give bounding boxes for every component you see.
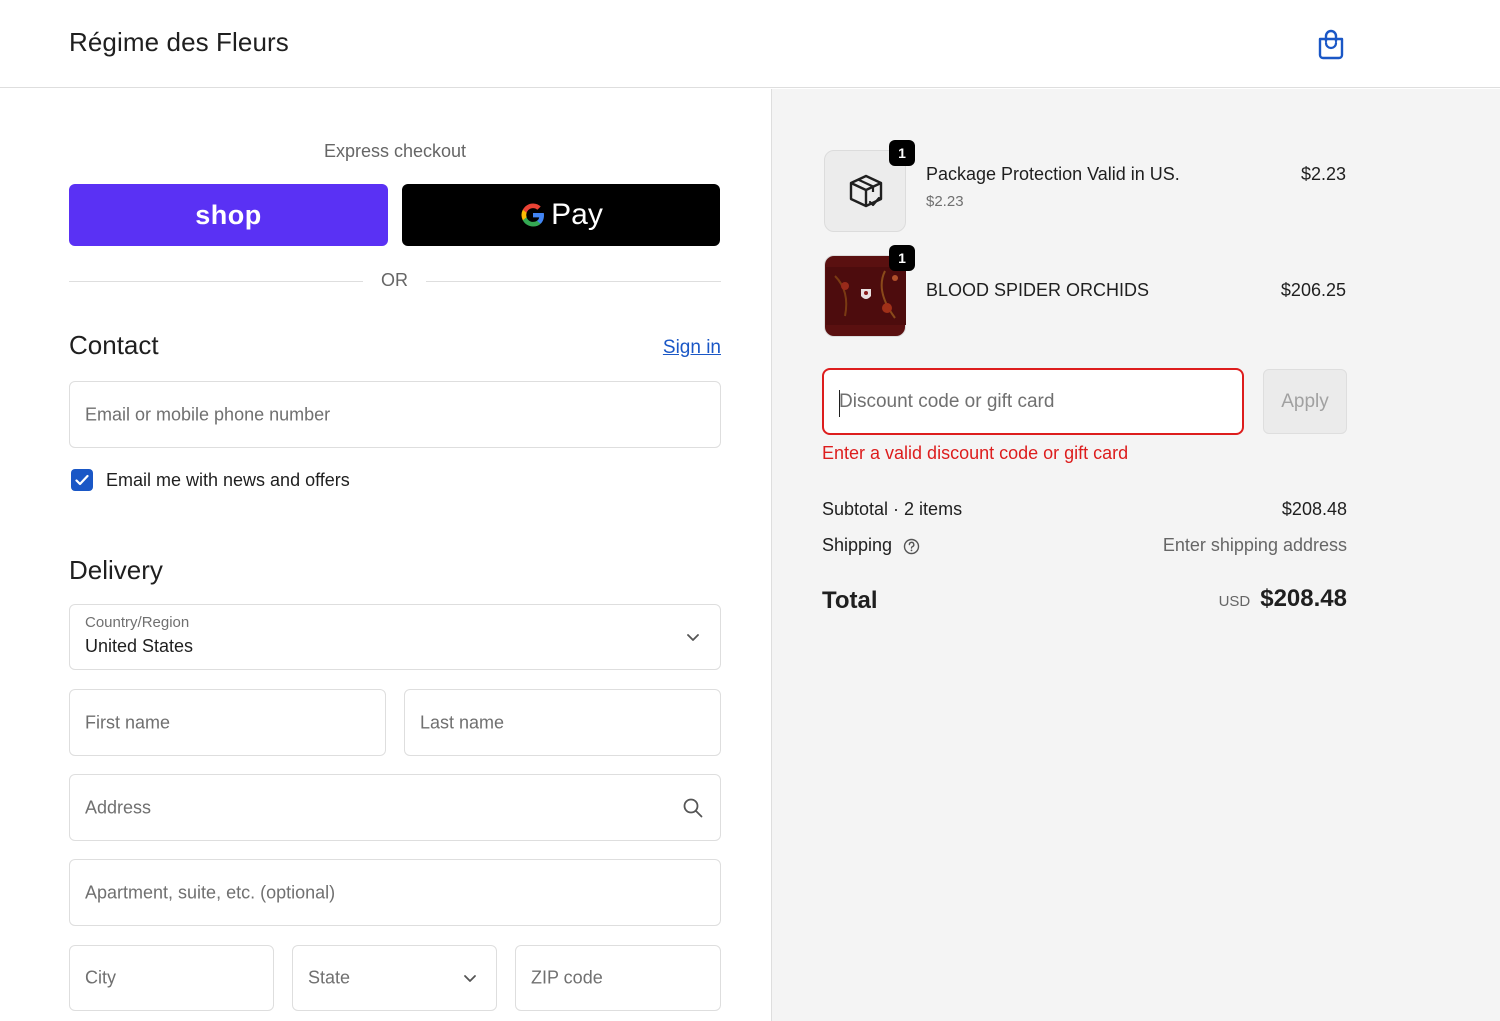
- contact-heading: Contact: [69, 330, 159, 360]
- first-name-placeholder: First name: [85, 712, 171, 732]
- city-field[interactable]: City: [69, 945, 274, 1011]
- express-checkout-label: Express checkout: [323, 141, 467, 161]
- apartment-placeholder: Apartment, suite, etc. (optional): [85, 882, 336, 902]
- search-icon: [683, 798, 703, 817]
- or-label: OR: [381, 270, 408, 290]
- country-label: Country/Region: [85, 614, 190, 631]
- country-select[interactable]: Country/Region United States: [69, 604, 721, 670]
- shipping-row: Shipping: [822, 535, 920, 556]
- item-subtitle: $2.23: [926, 193, 964, 210]
- apartment-field[interactable]: Apartment, suite, etc. (optional): [69, 859, 721, 926]
- newsletter-label: Email me with news and offers: [106, 469, 350, 490]
- discount-placeholder: Discount code or gift card: [839, 390, 1055, 412]
- chevron-down-icon: [687, 634, 699, 641]
- city-placeholder: City: [85, 967, 116, 988]
- shopping-bag-icon[interactable]: [1317, 28, 1345, 60]
- subtotal-label: Subtotal · 2 items: [822, 499, 963, 519]
- store-brand[interactable]: Régime des Fleurs: [69, 27, 289, 58]
- google-pay-label: Pay: [551, 198, 603, 231]
- email-field[interactable]: Email or mobile phone number: [69, 381, 721, 448]
- total-value: USD $208.48: [1219, 585, 1347, 613]
- state-placeholder: State: [308, 967, 351, 988]
- shop-pay-label: shop: [195, 199, 262, 230]
- item-thumbnail: 1: [824, 140, 915, 232]
- or-divider: OR: [69, 270, 721, 292]
- sign-in-link[interactable]: Sign in: [600, 337, 721, 359]
- google-pay-button[interactable]: Pay: [402, 184, 720, 246]
- item-name: BLOOD SPIDER ORCHIDS: [926, 280, 1150, 300]
- item-price: $206.25: [1280, 280, 1346, 300]
- total-currency: USD: [1218, 593, 1251, 610]
- last-name-placeholder: Last name: [420, 712, 505, 732]
- shipping-label: Shipping: [822, 535, 893, 555]
- shop-pay-button[interactable]: shop: [69, 184, 388, 246]
- item-price: $2.23: [1300, 164, 1346, 184]
- address-placeholder: Address: [85, 797, 152, 817]
- item-thumbnail: 1: [824, 245, 915, 337]
- subtotal-value: $208.48: [1281, 499, 1347, 519]
- checkout-form: Express checkout shop Pay OR Contact Sig…: [0, 89, 771, 1021]
- shipping-value: Enter shipping address: [1162, 535, 1347, 555]
- header: Régime des Fleurs: [0, 0, 1500, 88]
- divider-line: [69, 281, 363, 282]
- apply-discount-button[interactable]: Apply: [1263, 369, 1347, 434]
- divider-line: [426, 281, 721, 282]
- zip-field[interactable]: ZIP code: [515, 945, 721, 1011]
- quantity-badge: 1: [889, 245, 915, 271]
- zip-placeholder: ZIP code: [531, 967, 603, 988]
- item-name: Package Protection Valid in US.: [926, 164, 1180, 184]
- google-g-icon: [521, 203, 545, 227]
- total-amount: $208.48: [1260, 585, 1347, 612]
- discount-code-input[interactable]: Discount code or gift card: [822, 368, 1244, 435]
- newsletter-checkbox[interactable]: [71, 469, 93, 491]
- total-label: Total: [822, 587, 878, 614]
- order-summary: 1 Package Protection Valid in US. $2.23 …: [771, 89, 1500, 1021]
- newsletter-option[interactable]: Email me with news and offers: [71, 469, 350, 491]
- discount-error-message: Enter a valid discount code or gift card: [822, 443, 1129, 463]
- delivery-heading: Delivery: [69, 555, 163, 585]
- address-field[interactable]: Address: [69, 774, 721, 841]
- last-name-field[interactable]: Last name: [404, 689, 721, 756]
- checkmark-icon: [75, 474, 89, 486]
- country-value: United States: [85, 636, 194, 656]
- email-placeholder: Email or mobile phone number: [85, 404, 331, 424]
- first-name-field[interactable]: First name: [69, 689, 386, 756]
- help-circle-icon[interactable]: [903, 538, 920, 555]
- state-select[interactable]: State: [292, 945, 497, 1011]
- chevron-down-icon: [464, 975, 476, 982]
- quantity-badge: 1: [889, 140, 915, 166]
